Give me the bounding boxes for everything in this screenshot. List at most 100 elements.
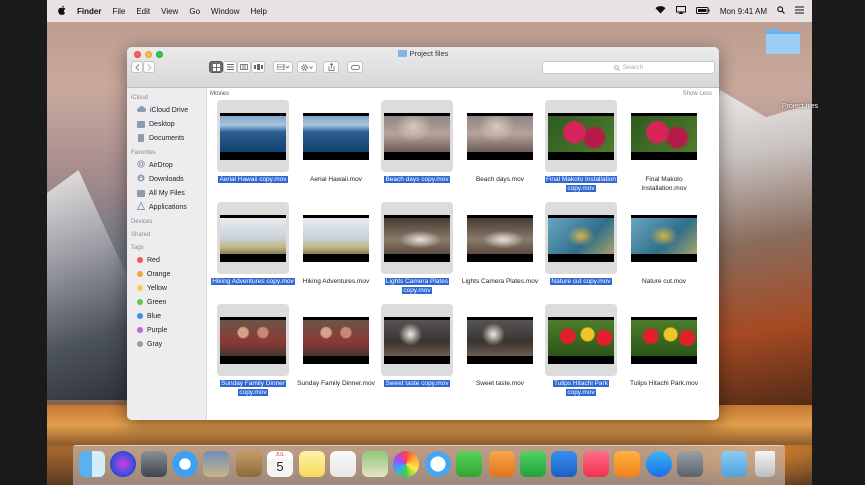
file-thumbnail-frame: [300, 100, 372, 172]
launchpad-icon[interactable]: [141, 451, 167, 477]
file-item[interactable]: Lights Camera Plates copy.mov: [375, 202, 459, 306]
maps-icon[interactable]: [362, 451, 388, 477]
list-view-button[interactable]: [223, 61, 237, 73]
apple-menu-icon[interactable]: [58, 5, 66, 18]
sidebar-item-label: Yellow: [147, 284, 167, 292]
battery-icon[interactable]: [695, 6, 710, 16]
system-preferences-icon[interactable]: [677, 451, 703, 477]
menu-help[interactable]: Help: [250, 7, 266, 16]
sidebar-tag-red[interactable]: Red: [127, 253, 206, 267]
grid-icon: [212, 63, 220, 71]
file-item[interactable]: Sunday Family Dinner copy.mov: [211, 304, 295, 408]
menu-view[interactable]: View: [161, 7, 178, 16]
keynote-icon[interactable]: [551, 451, 577, 477]
photos-icon[interactable]: [393, 451, 419, 477]
file-item[interactable]: Hiking Adventures copy.mov: [211, 202, 295, 306]
sidebar-tag-purple[interactable]: Purple: [127, 323, 206, 337]
file-item[interactable]: Beach days copy.mov: [375, 100, 459, 204]
file-item[interactable]: Hiking Adventures.mov: [294, 202, 378, 306]
photo-preview-icon[interactable]: [203, 451, 229, 477]
airplay-icon[interactable]: [675, 6, 686, 16]
sidebar-item-label: Gray: [147, 340, 163, 348]
file-item[interactable]: Sunday Family Dinner.mov: [294, 304, 378, 408]
notification-center-icon[interactable]: [795, 6, 804, 16]
file-item[interactable]: Sweet taste.mov: [458, 304, 542, 408]
sidebar-item-all-my-files[interactable]: All My Files: [127, 186, 206, 200]
action-button[interactable]: [297, 61, 317, 73]
search-placeholder: Search: [622, 64, 644, 71]
wifi-icon[interactable]: [655, 6, 666, 16]
file-name: Final Makoto Installation.mov: [622, 176, 706, 193]
file-thumbnail-frame: [464, 304, 536, 376]
file-name-text: Beach days copy.mov: [384, 176, 450, 183]
file-item[interactable]: Lights Camera Plates.mov: [458, 202, 542, 306]
sidebar-item-downloads[interactable]: Downloads: [127, 172, 206, 186]
notes-icon[interactable]: [299, 451, 325, 477]
file-item[interactable]: Aerial Hawaii.mov: [294, 100, 378, 204]
gallery-view-button[interactable]: [251, 61, 265, 73]
menu-edit[interactable]: Edit: [136, 7, 150, 16]
file-item[interactable]: Final Makoto Installation copy.mov: [539, 100, 623, 204]
show-less-link[interactable]: Show Less: [683, 91, 712, 97]
sidebar-tag-yellow[interactable]: Yellow: [127, 281, 206, 295]
sidebar-item-documents[interactable]: Documents: [127, 131, 206, 145]
thumbnail-image: [548, 218, 614, 254]
file-thumbnail-frame: [628, 202, 700, 274]
spotlight-icon[interactable]: [777, 6, 785, 16]
file-item[interactable]: Tulips Hitachi Park.mov: [622, 304, 706, 408]
music-icon[interactable]: [583, 451, 609, 477]
file-item[interactable]: Nature cut copy.mov: [539, 202, 623, 306]
books-icon[interactable]: [614, 451, 640, 477]
sidebar: iCloud iCloud Drive Desktop Documents Fa…: [127, 88, 207, 420]
calendar-icon[interactable]: JUL 5: [267, 451, 293, 477]
desktop-folder-project-files[interactable]: Project files: [758, 25, 818, 110]
sidebar-item-icloud-drive[interactable]: iCloud Drive: [127, 103, 206, 117]
menu-app-name[interactable]: Finder: [77, 7, 101, 16]
sidebar-tag-blue[interactable]: Blue: [127, 309, 206, 323]
app-store-icon[interactable]: [646, 451, 672, 477]
file-thumbnail-frame: [217, 100, 289, 172]
sidebar-section-tags: Tags: [131, 245, 144, 251]
share-button[interactable]: [323, 61, 339, 73]
tag-dot-icon: [137, 313, 143, 319]
menu-go[interactable]: Go: [189, 7, 200, 16]
siri-icon[interactable]: [110, 451, 136, 477]
tags-button[interactable]: [347, 61, 363, 73]
sidebar-item-desktop[interactable]: Desktop: [127, 117, 206, 131]
facetime-icon[interactable]: [456, 451, 482, 477]
file-item[interactable]: Tulips Hitachi Park copy.mov: [539, 304, 623, 408]
back-button[interactable]: [131, 61, 143, 73]
group-by-button[interactable]: [273, 61, 293, 73]
sidebar-tag-green[interactable]: Green: [127, 295, 206, 309]
sidebar-item-applications[interactable]: Applications: [127, 200, 206, 214]
sidebar-item-airdrop[interactable]: AirDrop: [127, 158, 206, 172]
messages-icon[interactable]: [425, 451, 451, 477]
menu-window[interactable]: Window: [211, 7, 239, 16]
numbers-icon[interactable]: [520, 451, 546, 477]
pages-icon[interactable]: [489, 451, 515, 477]
downloads-stack-icon[interactable]: [721, 451, 747, 477]
trash-icon[interactable]: [755, 451, 775, 477]
file-name-text: Aerial Hawaii.mov: [309, 176, 363, 183]
finder-icon[interactable]: [79, 451, 105, 477]
file-item[interactable]: Aerial Hawaii copy.mov: [211, 100, 295, 204]
search-field[interactable]: Search: [542, 61, 715, 74]
file-item[interactable]: Sweet taste copy.mov: [375, 304, 459, 408]
forward-button[interactable]: [143, 61, 155, 73]
file-name-text: Sweet taste.mov: [475, 380, 525, 387]
sidebar-tag-gray[interactable]: Gray: [127, 337, 206, 351]
window-title-text: Project files: [409, 49, 449, 58]
icon-view-button[interactable]: [209, 61, 223, 73]
file-item[interactable]: Final Makoto Installation.mov: [622, 100, 706, 204]
safari-icon[interactable]: [172, 451, 198, 477]
file-item[interactable]: Beach days.mov: [458, 100, 542, 204]
file-item[interactable]: Nature cut.mov: [622, 202, 706, 306]
cover-flow-icon: [253, 64, 263, 70]
chevron-right-icon: [147, 63, 152, 71]
sidebar-tag-orange[interactable]: Orange: [127, 267, 206, 281]
reminders-icon[interactable]: [330, 451, 356, 477]
menu-file[interactable]: File: [112, 7, 125, 16]
menubar-clock[interactable]: Mon 9:41 AM: [720, 7, 767, 16]
contacts-icon[interactable]: [236, 451, 262, 477]
column-view-button[interactable]: [237, 61, 251, 73]
